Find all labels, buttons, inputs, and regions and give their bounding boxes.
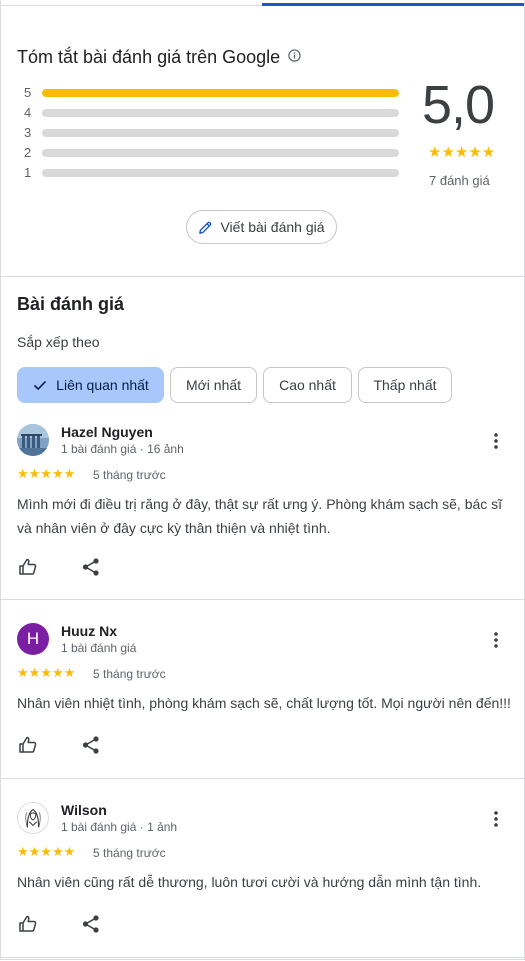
write-review-label: Viết bài đánh giá [220,219,325,235]
reviewer-name[interactable]: Wilson [61,802,107,818]
write-review-button[interactable]: Viết bài đánh giá [186,210,337,244]
like-icon[interactable] [17,556,39,578]
histogram-label: 5 [24,85,32,100]
reviewer-meta: 1 bài đánh giá · 1 ảnh [61,820,178,834]
like-icon[interactable] [17,913,39,935]
sort-chip-label: Thấp nhất [373,377,437,393]
histogram-bar [42,169,399,177]
check-icon [34,380,47,391]
average-score: 5,0 [422,75,495,135]
summary-title: Tóm tắt bài đánh giá trên Google [17,47,281,67]
review-divider [1,778,524,779]
sort-chip-lowest[interactable]: Thấp nhất [358,367,452,403]
sort-chip-label: Mới nhất [185,377,242,393]
histogram-fill [42,89,399,97]
share-icon[interactable] [80,734,102,756]
average-stars: ★★★★★ [428,144,496,161]
review-text: Mình mới đi điều trị răng ở đây, thật sự… [17,496,503,536]
review-divider [1,599,524,600]
reviews-heading: Bài đánh giá [17,294,125,314]
review-text: Nhân viên cũng rất dễ thương, luôn tươi … [17,874,482,890]
review-stars: ★★★★★ [17,665,76,680]
share-icon[interactable] [80,556,102,578]
sort-chip-relevant[interactable]: Liên quan nhất [17,367,164,403]
more-options-icon[interactable] [484,429,508,453]
like-icon[interactable] [17,734,39,756]
sort-chip-label: Liên quan nhất [56,377,149,393]
sort-chip-label: Cao nhất [279,377,336,393]
pencil-icon [199,221,212,234]
more-options-icon[interactable] [484,628,508,652]
avatar-initial: H [26,629,40,648]
sort-label: Sắp xếp theo [17,334,100,350]
histogram-bar [42,129,399,137]
more-options-icon[interactable] [484,807,508,831]
review-count: 7 đánh giá [429,173,490,188]
review-time: 5 tháng trước [93,667,166,681]
review-time: 5 tháng trước [93,468,166,482]
reviewer-name[interactable]: Hazel Nguyen [61,424,153,440]
histogram-bar [42,109,399,117]
avatar[interactable]: H [17,623,49,655]
review-text: Nhân viên nhiệt tình, phòng khám sạch sẽ… [17,695,511,711]
histogram-label: 3 [24,125,32,140]
review-stars: ★★★★★ [17,844,76,859]
review-time: 5 tháng trước [93,846,166,860]
share-icon[interactable] [80,913,102,935]
avatar[interactable] [17,802,49,834]
sort-chip-highest[interactable]: Cao nhất [263,367,352,403]
sort-chip-newest[interactable]: Mới nhất [170,367,257,403]
reviewer-meta: 1 bài đánh giá [61,641,137,655]
info-icon[interactable] [288,49,301,62]
review-stars: ★★★★★ [17,466,76,481]
histogram-bar [42,89,399,97]
review-divider [1,957,524,958]
histogram-label: 4 [24,105,32,120]
reviewer-meta: 1 bài đánh giá · 16 ảnh [61,442,184,456]
histogram-label: 1 [24,165,32,180]
histogram-label: 2 [24,145,32,160]
avatar[interactable] [17,424,49,456]
reviewer-name[interactable]: Huuz Nx [61,623,117,639]
section-divider [1,276,524,277]
histogram-bar [42,149,399,157]
